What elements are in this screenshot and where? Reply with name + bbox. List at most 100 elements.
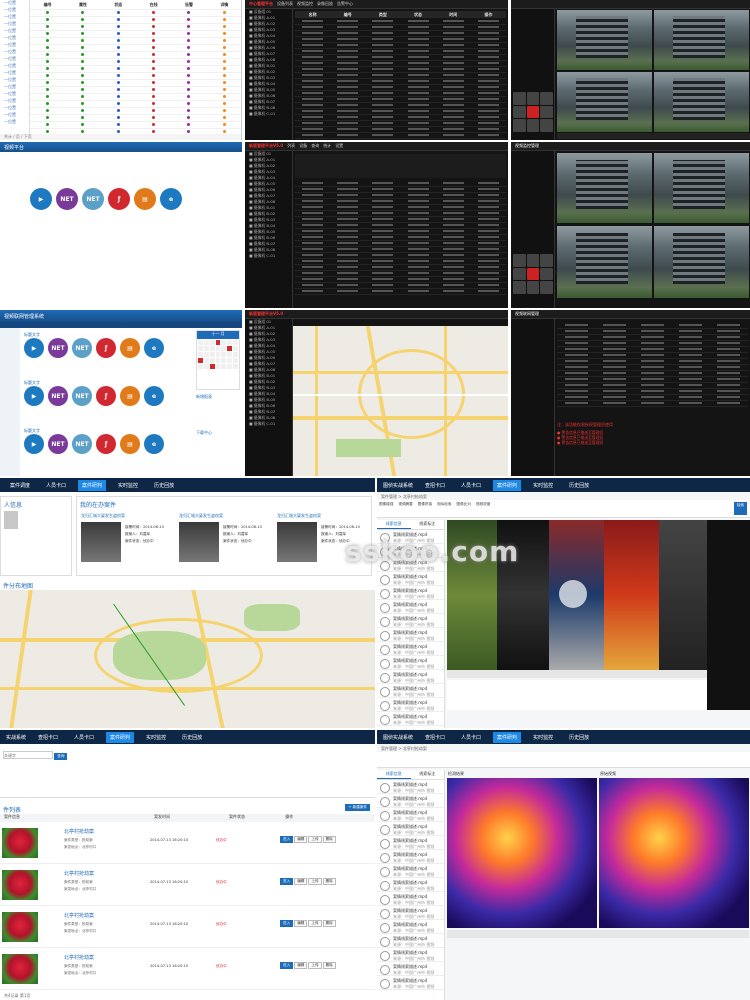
table-row[interactable] [30, 9, 241, 17]
calendar-day[interactable] [227, 364, 233, 369]
table-row[interactable] [30, 72, 241, 80]
tool-button[interactable]: 图像比对 [457, 502, 471, 515]
table-row[interactable] [30, 37, 241, 45]
app-icon[interactable]: ▶ [24, 338, 44, 358]
list-item[interactable]: 案情线索描述.mp4 来源：中国广州市 视频 [377, 586, 444, 600]
nav-tab[interactable]: 案件研判 [78, 479, 107, 491]
table-row[interactable] [30, 114, 241, 122]
calendar-day[interactable] [203, 340, 209, 345]
action-button[interactable]: 进入 [280, 836, 294, 843]
app-icon[interactable]: ▶ [30, 188, 52, 210]
case-name[interactable]: 北亭村抢劫案 [64, 828, 94, 835]
search-button[interactable]: 检索 [733, 502, 747, 515]
app-icon[interactable]: NET [82, 188, 104, 210]
calendar-day[interactable] [221, 352, 227, 357]
nav-tab[interactable]: 历史回放 [565, 480, 593, 491]
nav-tab[interactable]: 实时监控 [529, 480, 557, 491]
list-item[interactable]: 案情线索描述.mp4 来源：中国广州市 视频 [377, 628, 444, 642]
calendar-day[interactable] [209, 352, 215, 357]
table-row[interactable] [30, 58, 241, 66]
table-row[interactable] [30, 79, 241, 87]
table-row[interactable]: 北亭村抢劫案 案件类型：抢劫案 案发地点：北亭村口 2014-07-13 16:20:… [0, 866, 375, 906]
list-item[interactable]: 案情线索描述.mp4 来源：中国广州市 视频 [377, 906, 444, 920]
nav-tab[interactable]: 案件调度 [6, 480, 34, 491]
tab[interactable]: 线索信息 [377, 770, 411, 779]
tree-item[interactable]: 一位置 [0, 42, 29, 49]
tree-item[interactable]: 一位置 [0, 70, 29, 77]
calendar-day[interactable] [209, 340, 215, 345]
tree-item[interactable]: 一位置 [0, 56, 29, 63]
tree-item[interactable]: 一位置 [0, 63, 29, 70]
nav-tab[interactable]: 查招卡口 [421, 480, 449, 491]
tree-item[interactable]: 一位置 [0, 7, 29, 14]
calendar-day[interactable] [233, 352, 238, 357]
video-feed-2[interactable] [654, 153, 749, 223]
calendar[interactable]: 十一 月 [196, 330, 240, 390]
calendar-day[interactable] [221, 346, 227, 351]
app-icon[interactable]: e [144, 434, 164, 454]
table-row[interactable]: 北亭村抢劫案 案件类型：抢劫案 案发地点：北亭村口 2014-07-13 16:20:… [0, 950, 375, 990]
calendar-day[interactable] [233, 358, 238, 363]
calendar-day[interactable] [227, 352, 233, 357]
list-item[interactable]: 案情线索描述.mp4 来源：中国广州市 视频 [377, 920, 444, 934]
video-feed-3[interactable] [557, 226, 652, 298]
tree-item[interactable]: 一位置 [0, 112, 29, 119]
list-item[interactable]: 案情线索描述.mp4 来源：中国广州市 视频 [377, 934, 444, 948]
calendar-day[interactable] [203, 352, 209, 357]
action-button[interactable]: 上传 [308, 836, 322, 843]
table-row[interactable] [30, 23, 241, 31]
table-row[interactable] [30, 107, 241, 115]
nav-tab[interactable]: 案件研判 [493, 479, 522, 491]
case-title[interactable]: 龙归汇城大厦发生盗窃案 [179, 513, 273, 520]
video-feed-3[interactable] [557, 72, 652, 132]
calendar-day[interactable] [209, 358, 215, 363]
tree-item[interactable]: 一位置 [0, 0, 29, 7]
nav-tab[interactable]: 实时监控 [142, 732, 170, 743]
tab[interactable]: 设置 [335, 143, 343, 149]
device-tree[interactable]: ■ 设备组 01 ■ 摄像机 A-01 ■ 摄像机 A-02 ■ 摄像机 A-03 ■ … [245, 9, 293, 140]
device-tree[interactable]: ■ 设备组 01 ■ 摄像机 A-01 ■ 摄像机 A-02 ■ 摄像机 A-03 ■ … [245, 319, 293, 476]
list-item[interactable]: 案情线索描述.mp4 来源：中国广州市 视频 [377, 656, 444, 670]
app-icon[interactable]: NET [56, 188, 78, 210]
list-item[interactable]: 案情线索描述.mp4 来源：中国广州市 视频 [377, 948, 444, 962]
report-link[interactable]: 新增报表 [196, 394, 240, 400]
case-map[interactable] [0, 590, 375, 728]
list-item[interactable]: 案情线索描述.mp4 来源：中国广州市 视频 [377, 822, 444, 836]
action-button[interactable]: 编辑 [294, 920, 308, 927]
tab[interactable]: 统计 [323, 143, 331, 149]
app-icon[interactable]: e [144, 386, 164, 406]
action-button[interactable]: 上传 [308, 878, 322, 885]
tab[interactable]: 告警中心 [337, 1, 353, 7]
action-button[interactable]: 进入 [280, 878, 294, 885]
case-name[interactable]: 北亭村抢劫案 [64, 912, 94, 919]
action-button[interactable]: 编辑 [294, 962, 308, 969]
app-icon[interactable]: ▤ [120, 434, 140, 454]
app-icon[interactable]: ▶ [24, 434, 44, 454]
calendar-day[interactable] [198, 352, 203, 357]
app-icon[interactable]: NET [72, 338, 92, 358]
list-item[interactable]: 案情线索描述.mp4 来源：中国广州市 视频 [377, 670, 444, 684]
nav-tab[interactable]: 实时监控 [114, 480, 142, 491]
action-button[interactable]: 编辑 [294, 836, 308, 843]
app-icon[interactable]: NET [72, 386, 92, 406]
tool-bar[interactable] [377, 752, 750, 768]
app-icon[interactable]: NET [48, 434, 68, 454]
tab[interactable]: 查询 [311, 143, 319, 149]
table-row[interactable] [30, 44, 241, 52]
tab[interactable]: 线索标注 [411, 770, 445, 779]
calendar-day[interactable] [227, 358, 233, 363]
tree-item[interactable]: 一位置 [0, 28, 29, 35]
nav-tab[interactable]: 人员卡口 [457, 732, 485, 743]
calendar-day[interactable] [221, 340, 227, 345]
calendar-day[interactable] [209, 364, 215, 369]
tab[interactable]: 录像回放 [317, 1, 333, 7]
calendar-day[interactable] [203, 364, 209, 369]
case-card[interactable]: 龙归汇城大厦发生盗窃案 接警时间：2014-06-10 报案人：刘嘉军 案件状态：侦办… [179, 513, 273, 573]
calendar-day[interactable] [215, 340, 221, 345]
tree-item[interactable]: 一位置 [0, 21, 29, 28]
player-controls[interactable] [447, 670, 707, 678]
case-title[interactable]: 龙归汇城大厦发生盗窃案 [81, 513, 175, 520]
app-icon[interactable]: ▤ [120, 386, 140, 406]
list-item[interactable]: 案情线索描述.mp4 来源：中国广州市 视频 [377, 642, 444, 656]
filter-toolbar[interactable] [295, 154, 506, 178]
